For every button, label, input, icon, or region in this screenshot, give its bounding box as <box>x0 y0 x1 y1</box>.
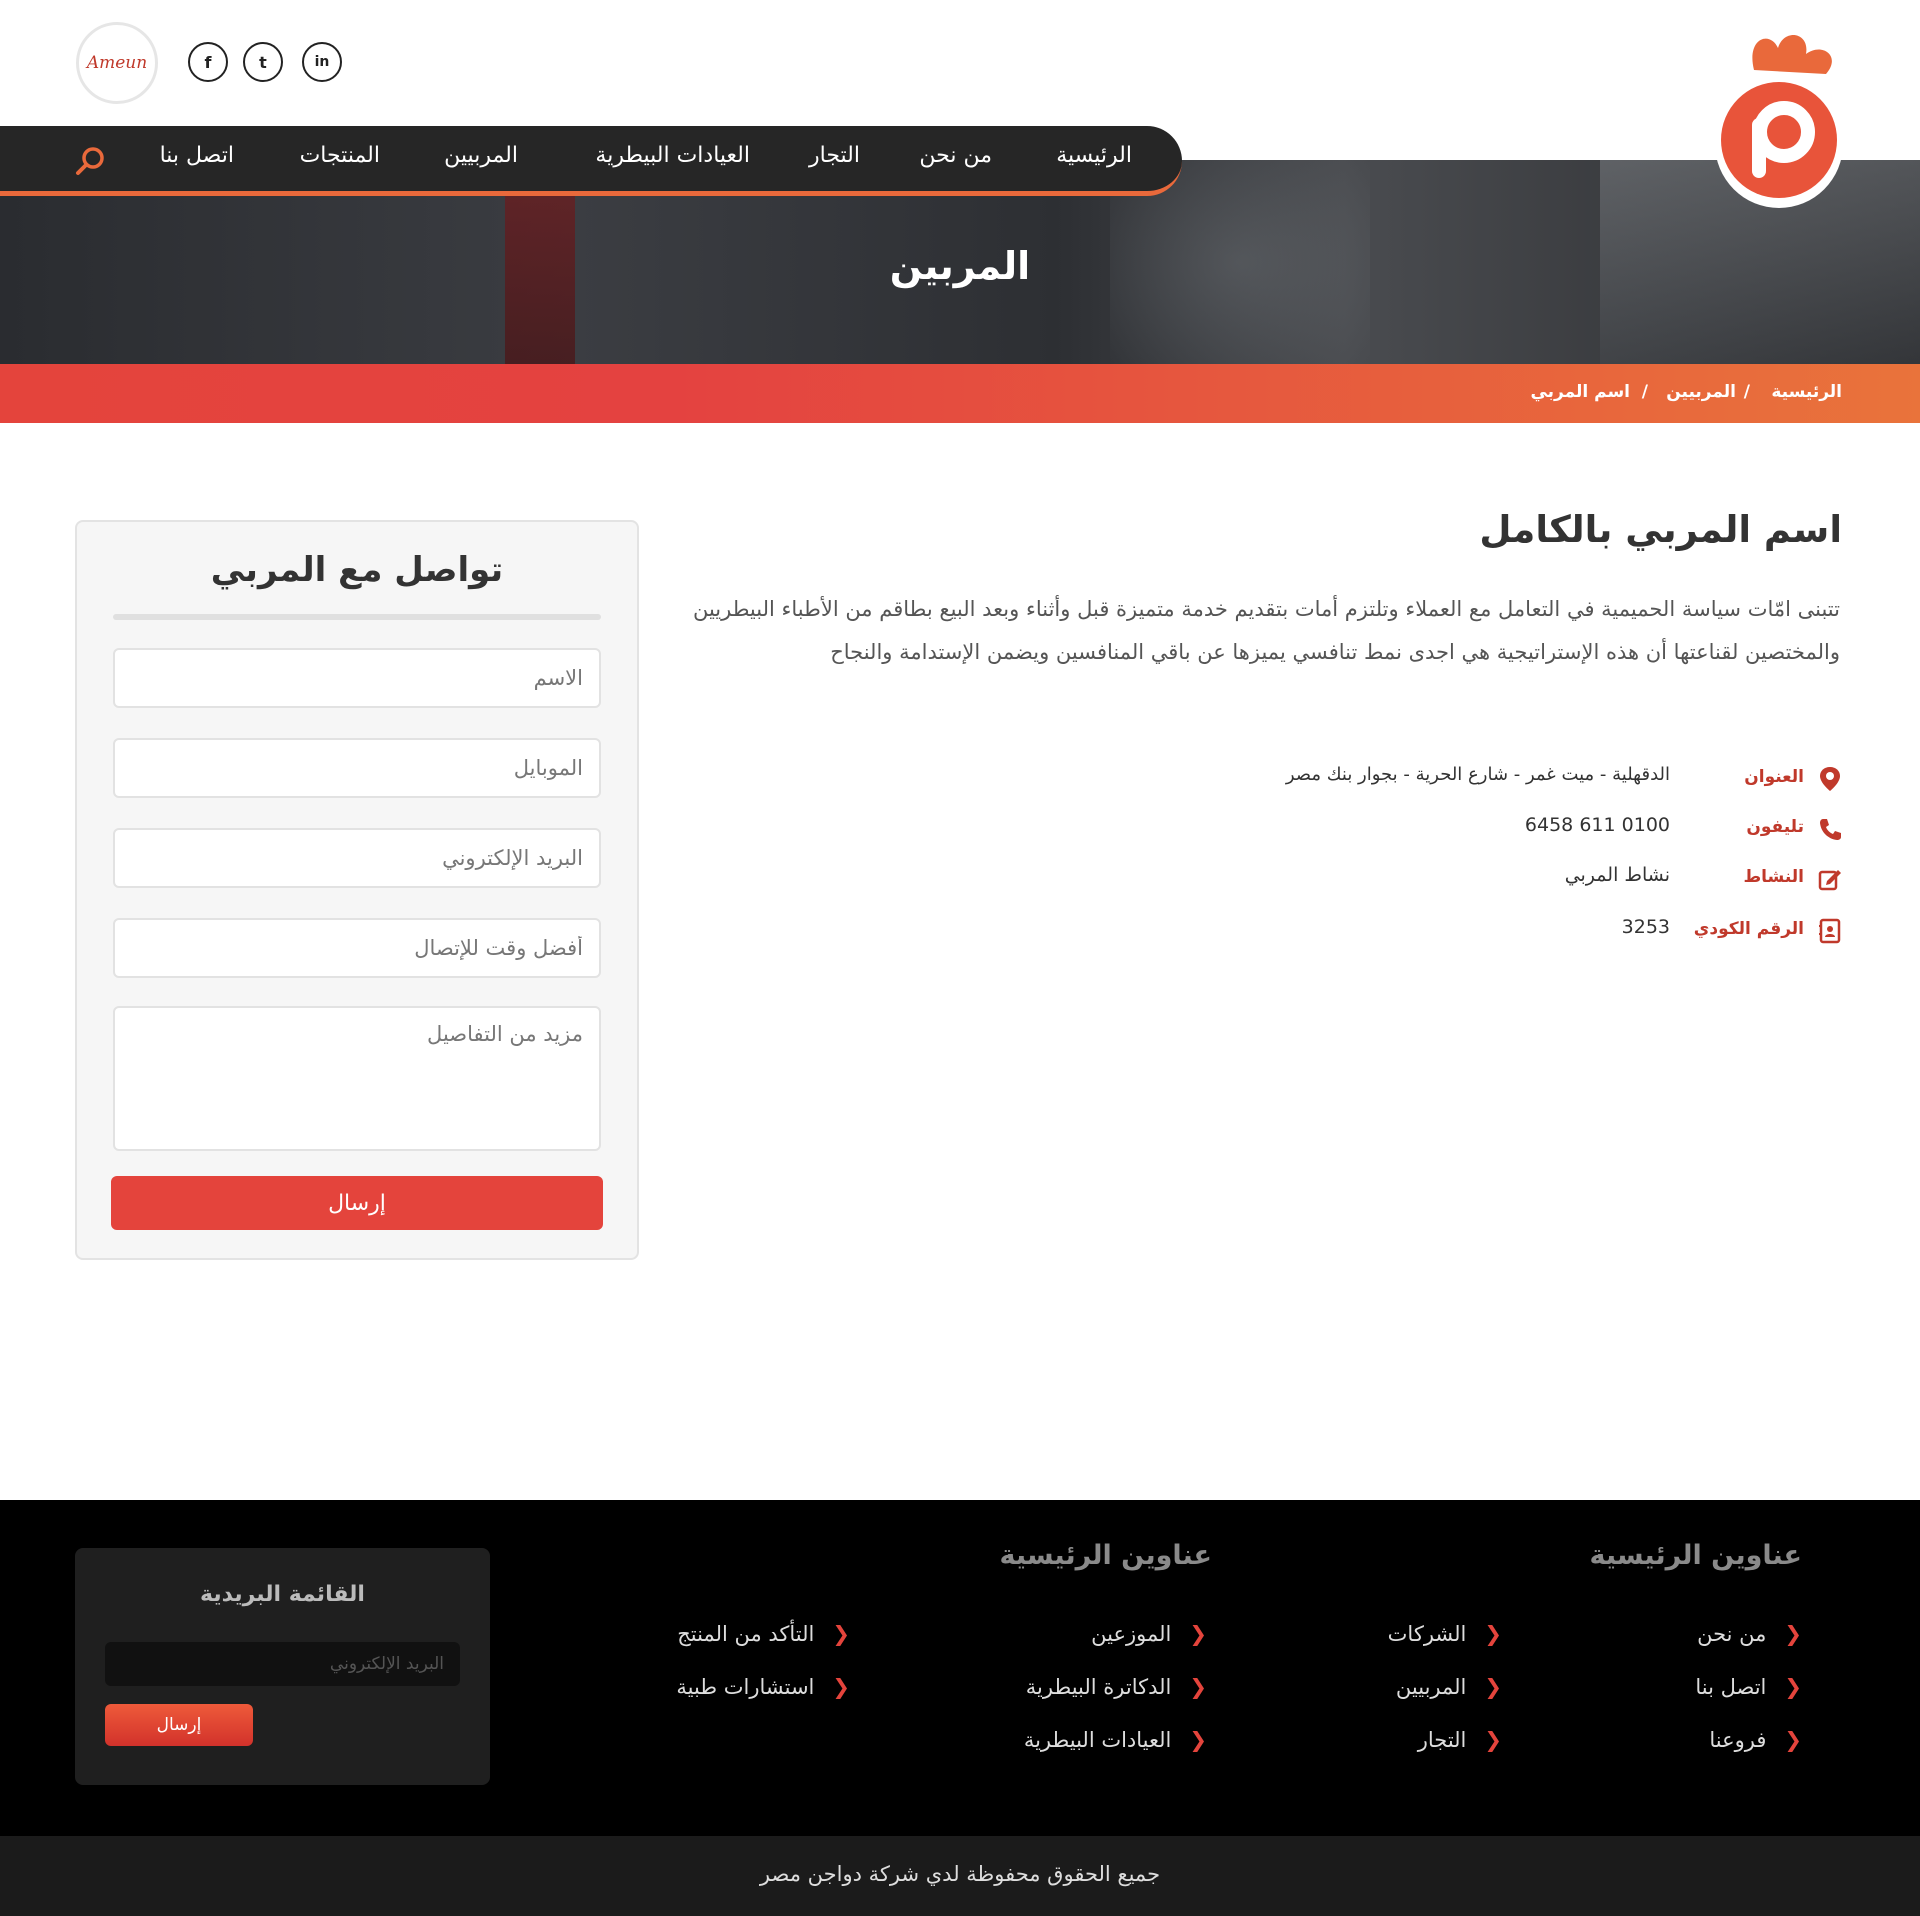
info-activity: النشاط نشاط المربي <box>1142 864 1842 894</box>
name-input[interactable] <box>113 648 601 708</box>
breadcrumb: الرئيسية / المربيين / اسم المربي <box>0 364 1920 423</box>
twitter-icon[interactable]: t <box>243 42 283 82</box>
site-footer: عناوين الرئيسية عناوين الرئيسية ❮من نحن … <box>0 1500 1920 1836</box>
code-label: الرقم الكودي <box>1693 919 1804 939</box>
footer-link-verify-product[interactable]: ❮التأكد من المنتج <box>677 1622 850 1646</box>
nav-about[interactable]: من نحن <box>919 143 992 168</box>
footer-link-branches[interactable]: ❮فروعنا <box>1709 1728 1802 1752</box>
footer-heading: عناوين الرئيسية <box>1589 1540 1802 1571</box>
main-nav: الرئيسية من نحن التجار العيادات البيطرية… <box>0 126 1182 196</box>
footer-link-vet-clinics[interactable]: ❮العيادات البيطرية <box>1024 1728 1207 1752</box>
best-time-input[interactable] <box>113 918 601 978</box>
chevron-left-icon: ❮ <box>1784 1675 1802 1699</box>
facebook-icon[interactable]: f <box>188 42 228 82</box>
address-label: العنوان <box>1744 767 1804 787</box>
breeder-description: تتبنى امّات سياسة الحميمية في التعامل مع… <box>692 597 1840 664</box>
linkedin-icon[interactable]: in <box>302 42 342 82</box>
footer-link-about[interactable]: ❮من نحن <box>1697 1622 1802 1646</box>
breadcrumb-current: اسم المربي <box>1530 382 1630 402</box>
partner-logo[interactable]: Ameun <box>76 22 158 104</box>
chevron-left-icon: ❮ <box>1484 1622 1502 1646</box>
footer-link-medical-consult[interactable]: ❮استشارات طبية <box>676 1675 850 1699</box>
copyright-text: جميع الحقوق محفوظة لدي شركة دواجن مصر <box>759 1862 1161 1886</box>
footer-link-contact[interactable]: ❮اتصل بنا <box>1695 1675 1802 1699</box>
details-textarea[interactable] <box>113 1006 601 1151</box>
breeder-name: اسم المربي بالكامل <box>1479 508 1842 551</box>
contact-submit-button[interactable]: إرسال <box>111 1176 603 1230</box>
footer-link-traders[interactable]: ❮التجار <box>1418 1728 1502 1752</box>
nav-contact[interactable]: اتصل بنا <box>160 143 234 168</box>
location-pin-icon <box>1820 767 1840 791</box>
footer-link-distributors[interactable]: ❮الموزعين <box>1091 1622 1207 1646</box>
footer-link-breeders[interactable]: ❮المربيين <box>1396 1675 1502 1699</box>
chevron-left-icon: ❮ <box>1189 1728 1207 1752</box>
chevron-left-icon: ❮ <box>832 1675 850 1699</box>
chevron-left-icon: ❮ <box>1784 1622 1802 1646</box>
contact-card-icon <box>1819 918 1841 944</box>
newsletter-title: القائمة البريدية <box>200 1582 365 1607</box>
brand-logo[interactable] <box>1714 28 1844 212</box>
chevron-left-icon: ❮ <box>1484 1728 1502 1752</box>
activity-value: نشاط المربي <box>1564 864 1670 886</box>
phone-label: تليفون <box>1746 817 1804 837</box>
newsletter-email-input[interactable] <box>105 1642 460 1686</box>
divider <box>113 614 601 620</box>
info-phone: تليفون 0100 611 6458 <box>1142 814 1842 844</box>
partner-logo-text: Ameun <box>86 53 148 73</box>
nav-traders[interactable]: التجار <box>809 143 860 168</box>
address-value: الدقهلية - ميت غمر - شارع الحرية - بجوار… <box>1285 764 1670 785</box>
breadcrumb-separator: / <box>1641 382 1648 402</box>
phone-value[interactable]: 0100 611 6458 <box>1525 814 1670 836</box>
newsletter-submit-button[interactable]: إرسال <box>105 1704 253 1746</box>
contact-breeder-form: تواصل مع المربي إرسال <box>75 520 639 1260</box>
nav-home[interactable]: الرئيسية <box>1056 143 1132 168</box>
search-icon[interactable] <box>74 144 108 178</box>
chevron-left-icon: ❮ <box>832 1622 850 1646</box>
footer-link-companies[interactable]: ❮الشركات <box>1388 1622 1502 1646</box>
copyright-bar: جميع الحقوق محفوظة لدي شركة دواجن مصر <box>0 1836 1920 1916</box>
footer-heading: عناوين الرئيسية <box>999 1540 1212 1571</box>
info-code: الرقم الكودي 3253 <box>1142 916 1842 946</box>
footer-link-vets[interactable]: ❮الدكاترة البيطرية <box>1026 1675 1207 1699</box>
page-title: المربين <box>889 244 1031 288</box>
nav-vet-clinics[interactable]: العيادات البيطرية <box>595 143 750 168</box>
mobile-input[interactable] <box>113 738 601 798</box>
nav-breeders[interactable]: المربيين <box>444 143 518 168</box>
contact-form-title: تواصل مع المربي <box>210 550 504 590</box>
breadcrumb-breeders[interactable]: المربيين <box>1666 382 1736 402</box>
code-value: 3253 <box>1621 916 1670 938</box>
phone-icon <box>1820 819 1841 840</box>
activity-label: النشاط <box>1743 867 1805 887</box>
breadcrumb-home[interactable]: الرئيسية <box>1771 382 1842 402</box>
edit-icon <box>1818 870 1841 891</box>
breadcrumb-separator: / <box>1743 382 1750 402</box>
chevron-left-icon: ❮ <box>1784 1728 1802 1752</box>
chevron-left-icon: ❮ <box>1189 1675 1207 1699</box>
nav-products[interactable]: المنتجات <box>300 143 380 168</box>
info-address: العنوان الدقهلية - ميت غمر - شارع الحرية… <box>1142 764 1842 794</box>
chevron-left-icon: ❮ <box>1484 1675 1502 1699</box>
chevron-left-icon: ❮ <box>1189 1622 1207 1646</box>
email-input[interactable] <box>113 828 601 888</box>
newsletter-box: القائمة البريدية إرسال <box>75 1548 490 1785</box>
